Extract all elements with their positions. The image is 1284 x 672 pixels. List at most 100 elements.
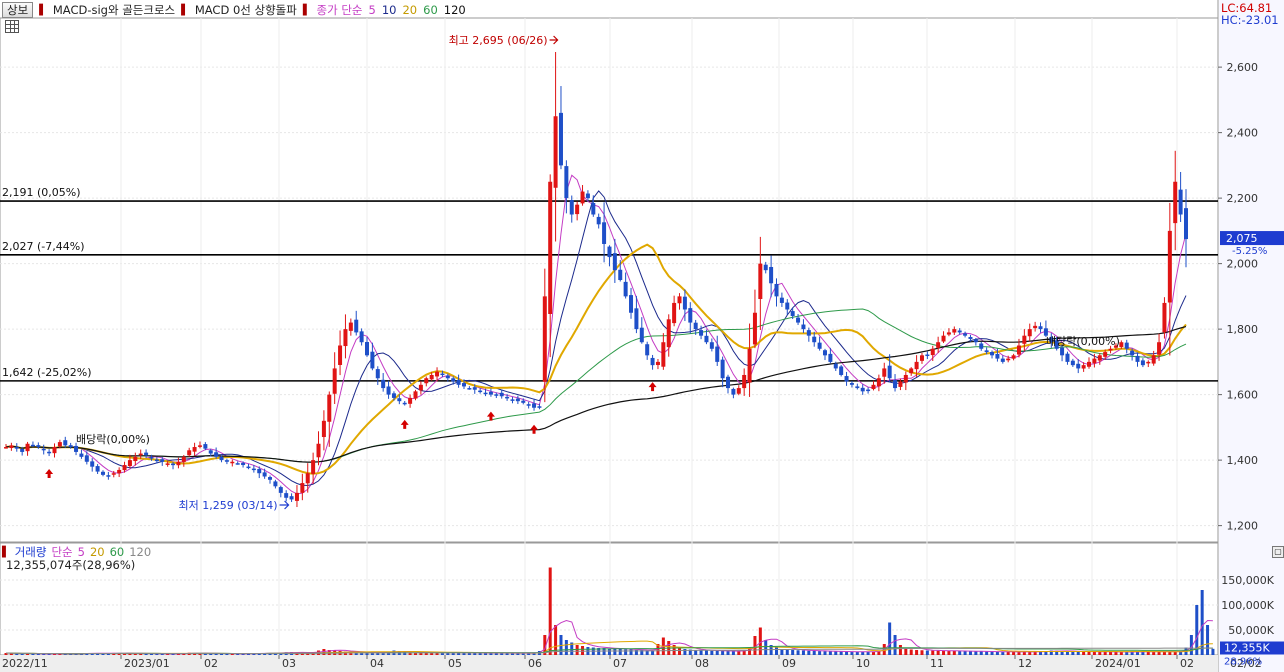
candle-body: [1022, 335, 1027, 344]
candle-body: [1151, 355, 1156, 364]
candle-body: [316, 443, 321, 458]
volume-bar: [1206, 625, 1210, 655]
volume-bar: [904, 648, 908, 655]
candle-body: [456, 380, 461, 385]
candle-body: [995, 353, 1000, 359]
volume-bar: [1076, 651, 1080, 655]
candle-body: [327, 394, 332, 422]
candle-body: [214, 452, 219, 457]
candle-body: [709, 342, 714, 349]
panel-resize-icon[interactable]: ▢: [1272, 546, 1284, 558]
buy-signal-arrow: [400, 419, 409, 429]
time-axis-label: 07: [613, 657, 627, 670]
candle-body: [806, 330, 811, 336]
time-axis-label: 11: [930, 657, 944, 670]
indicator-marker: ▌: [181, 4, 189, 16]
ma-period-5[interactable]: 5: [369, 3, 376, 17]
ma-period-60[interactable]: 60: [423, 3, 438, 17]
volume-bar: [613, 649, 617, 655]
candle-body: [634, 308, 639, 330]
candle-body: [343, 329, 348, 347]
buy-signal-arrow: [45, 468, 54, 478]
volume-bar: [726, 651, 730, 655]
volume-bars: [4, 567, 1215, 655]
candle-body: [930, 348, 935, 356]
high-price-annotation: 최고 2,695 (06/26): [449, 34, 548, 47]
candle-body: [257, 469, 262, 474]
volume-bar: [942, 650, 946, 655]
volume-bar: [931, 650, 935, 655]
candle-body: [682, 296, 687, 310]
ma-period-120[interactable]: 120: [444, 3, 466, 17]
candle-body: [1130, 350, 1135, 356]
volume-panel-frame: [0, 542, 1219, 656]
candle-body: [515, 398, 520, 402]
candle-body: [1108, 348, 1113, 351]
candle-body: [440, 373, 445, 376]
candle-body: [839, 366, 844, 375]
candle-body: [893, 380, 898, 389]
candle-body: [726, 376, 731, 389]
volume-bar: [764, 640, 768, 655]
candle-body: [68, 445, 73, 448]
candle-body: [1027, 329, 1032, 337]
volume-bar: [812, 651, 816, 655]
candle-body: [181, 456, 186, 462]
price-volume-chart[interactable]: 2,191 (0,05%) 2,027 (-7,44%) 1,642 (-25,02…: [0, 0, 1284, 672]
volume-bar: [968, 651, 972, 655]
ma-period-20[interactable]: 20: [402, 3, 417, 17]
candle-body: [769, 266, 774, 284]
candle-body: [14, 447, 19, 449]
volume-summary: 12,355,074주(28,96%): [6, 558, 136, 572]
volume-bar: [1109, 651, 1113, 655]
candle-body: [623, 281, 628, 297]
candle-body: [1178, 189, 1183, 215]
time-axis-label: 2024/01: [1095, 657, 1141, 670]
candle-body: [812, 336, 817, 343]
candle-body: [160, 459, 165, 462]
candle-body: [1000, 358, 1005, 362]
reference-lines: 2,191 (0,05%) 2,027 (-7,44%) 1,642 (-25,02…: [0, 186, 1218, 382]
candle-body: [542, 296, 547, 382]
volume-bar: [678, 647, 682, 655]
candle-body: [731, 388, 736, 395]
indicator-macd-zero[interactable]: MACD 0선 상향돌파: [195, 2, 297, 18]
volume-bar: [828, 651, 832, 655]
tab-sangbo[interactable]: 상보: [2, 2, 34, 18]
candle-body: [984, 350, 989, 353]
volume-marker: ▌: [2, 546, 10, 558]
chart-window: 2,191 (0,05%) 2,027 (-7,44%) 1,642 (-25,02…: [0, 0, 1284, 672]
moving-average-5: [5, 174, 1187, 495]
volume-bar: [1211, 648, 1215, 655]
volume-bar: [683, 649, 687, 655]
candle-body: [451, 378, 456, 382]
candle-body: [187, 450, 192, 456]
volume-bar: [1098, 651, 1102, 655]
ma-label[interactable]: 종가 단순: [317, 2, 363, 18]
ma-period-10[interactable]: 10: [382, 3, 397, 17]
price-tick-label: 1,800: [1227, 323, 1259, 336]
candle-body: [488, 391, 493, 395]
candle-body: [979, 343, 984, 349]
indicator-macd-cross[interactable]: MACD-sig와 골든크로스: [53, 2, 175, 18]
volume-bar: [909, 649, 913, 655]
candle-body: [526, 404, 531, 406]
volume-bar: [1119, 652, 1123, 655]
candle-body: [946, 332, 951, 335]
grid-icon[interactable]: [5, 20, 19, 33]
candle-body: [774, 283, 779, 297]
candle-body: [510, 399, 515, 401]
moving-average-10: [5, 190, 1187, 487]
candle-body: [752, 312, 757, 345]
candle-body: [612, 253, 617, 271]
low-arrow-icon: [279, 500, 290, 510]
candle-body: [1070, 360, 1075, 366]
candle-body: [925, 354, 930, 357]
candle-body: [386, 386, 391, 395]
candle-body: [801, 324, 806, 330]
candle-body: [1033, 325, 1038, 329]
volume-bar: [920, 650, 924, 655]
volume-bar: [1006, 651, 1010, 655]
moving-average-60: [5, 308, 1187, 463]
candle-body: [289, 496, 294, 500]
